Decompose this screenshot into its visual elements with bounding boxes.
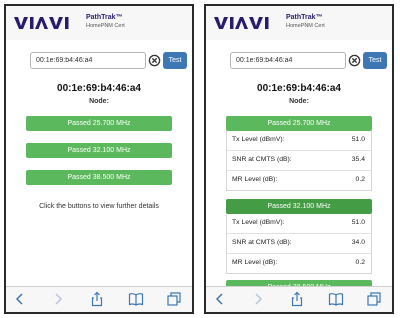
share-icon[interactable]: [89, 291, 105, 307]
circle-x-icon[interactable]: [148, 54, 161, 67]
table-row: MR Level (dB): 0.2: [227, 253, 371, 273]
table-row: Tx Level (dBmV): 51.0: [227, 214, 371, 233]
browser-toolbar: [6, 286, 192, 312]
mac-address-title: 00:1e:69:b4:46:a4: [57, 83, 141, 94]
test-button[interactable]: Test: [363, 52, 387, 69]
snr-label: SNR at CMTS (dB):: [232, 239, 292, 246]
chevron-right-icon[interactable]: [250, 291, 266, 307]
mac-search-row: Test: [230, 52, 387, 69]
mr-level-label: MR Level (dB):: [232, 259, 278, 266]
tx-level-label: Tx Level (dBmV):: [232, 219, 285, 226]
browser-toolbar: [206, 286, 392, 312]
chevron-left-icon[interactable]: [12, 291, 28, 307]
app-subtitle: HomePNM Cert: [86, 23, 125, 29]
table-row: MR Level (dB): 0.2: [227, 170, 371, 190]
viavi-logo: [14, 17, 69, 29]
book-icon[interactable]: [328, 291, 344, 307]
mr-level-value: 0.2: [355, 259, 365, 266]
tabs-icon[interactable]: [166, 291, 182, 307]
chevron-right-icon[interactable]: [50, 291, 66, 307]
node-label: Node:: [289, 98, 309, 105]
passed-25700-button[interactable]: Passed 25.700 MHz: [226, 116, 372, 131]
app-header: PathTrak™ HomePNM Cert: [6, 6, 192, 40]
snr-label: SNR at CMTS (dB):: [232, 156, 292, 163]
table-row: SNR at CMTS (dB): 35.4: [227, 150, 371, 170]
mr-level-label: MR Level (dB):: [232, 176, 278, 183]
circle-x-icon[interactable]: [348, 54, 361, 67]
tx-level-value: 51.0: [351, 136, 365, 143]
passed-38500-button[interactable]: Passed 38.500 MHz: [26, 170, 172, 185]
passed-25700-button[interactable]: Passed 25.700 MHz: [26, 116, 172, 131]
mac-address-title: 00:1e:69:b4:46:a4: [257, 83, 341, 94]
tx-level-value: 51.0: [351, 219, 365, 226]
book-icon[interactable]: [128, 291, 144, 307]
passed-32100-button[interactable]: Passed 32.100 MHz: [226, 199, 372, 214]
table-row: Tx Level (dBmV): 51.0: [227, 131, 371, 150]
viavi-logo: [214, 17, 269, 29]
tabs-icon[interactable]: [366, 291, 382, 307]
table-row: SNR at CMTS (dB): 34.0: [227, 233, 371, 253]
chevron-left-icon[interactable]: [212, 291, 228, 307]
share-icon[interactable]: [289, 291, 305, 307]
mac-search-row: Test: [30, 52, 187, 69]
detail-table-25700: Tx Level (dBmV): 51.0 SNR at CMTS (dB): …: [226, 131, 372, 191]
phone-screen-summary: PathTrak™ HomePNM Cert Test 00:1e:69:b4:…: [4, 4, 194, 314]
app-header: PathTrak™ HomePNM Cert: [206, 6, 392, 40]
tx-level-label: Tx Level (dBmV):: [232, 136, 285, 143]
hint-text: Click the buttons to view further detail…: [39, 203, 159, 210]
detail-table-32100: Tx Level (dBmV): 51.0 SNR at CMTS (dB): …: [226, 214, 372, 274]
snr-value: 35.4: [351, 156, 365, 163]
app-name: PathTrak™: [286, 14, 323, 21]
snr-value: 34.0: [351, 239, 365, 246]
passed-32100-button[interactable]: Passed 32.100 MHz: [26, 143, 172, 158]
mr-level-value: 0.2: [355, 176, 365, 183]
node-label: Node:: [89, 98, 109, 105]
app-subtitle: HomePNM Cert: [286, 23, 325, 29]
test-button[interactable]: Test: [163, 52, 187, 69]
app-name: PathTrak™: [86, 14, 123, 21]
phone-screen-details: PathTrak™ HomePNM Cert Test 00:1e:69:b4:…: [204, 4, 394, 314]
mac-address-input[interactable]: [30, 52, 146, 69]
mac-address-input[interactable]: [230, 52, 346, 69]
